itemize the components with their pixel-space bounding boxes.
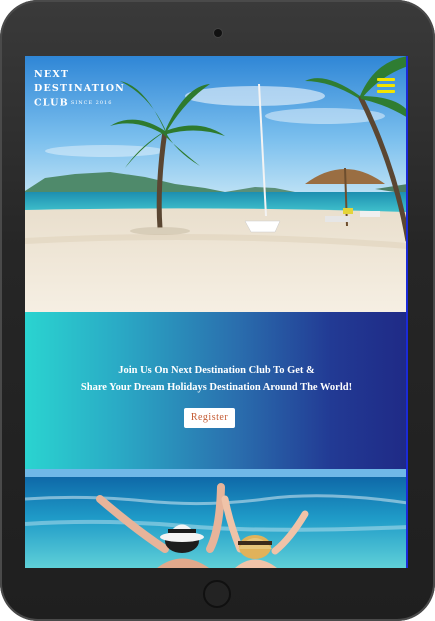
banner-line-1: Join Us On Next Destination Club To Get … [118, 365, 315, 376]
screen: NEXT DESTINATION CLUB SINCE 2016 Join Us … [25, 56, 408, 568]
logo-line-club: CLUB [34, 97, 69, 109]
travelers-photo [25, 469, 406, 568]
logo-line-destination: DESTINATION [34, 83, 126, 94]
banner-line-2: Share Your Dream Holidays Destination Ar… [80, 382, 353, 393]
home-button[interactable] [203, 580, 231, 608]
camera-icon [214, 29, 222, 37]
travelers-illustration [25, 469, 406, 568]
join-banner: Join Us On Next Destination Club To Get … [25, 312, 406, 469]
hero-image: NEXT DESTINATION CLUB SINCE 2016 [25, 56, 406, 312]
logo-since: SINCE 2016 [70, 100, 113, 106]
register-button[interactable]: Register [184, 408, 235, 428]
hamburger-menu-icon[interactable] [377, 78, 395, 93]
banner-text: Join Us On Next Destination Club To Get … [25, 362, 406, 396]
site-logo[interactable]: NEXT DESTINATION CLUB SINCE 2016 [34, 68, 125, 111]
logo-line-next: NEXT [34, 69, 70, 80]
tablet-frame: NEXT DESTINATION CLUB SINCE 2016 Join Us … [0, 0, 435, 621]
